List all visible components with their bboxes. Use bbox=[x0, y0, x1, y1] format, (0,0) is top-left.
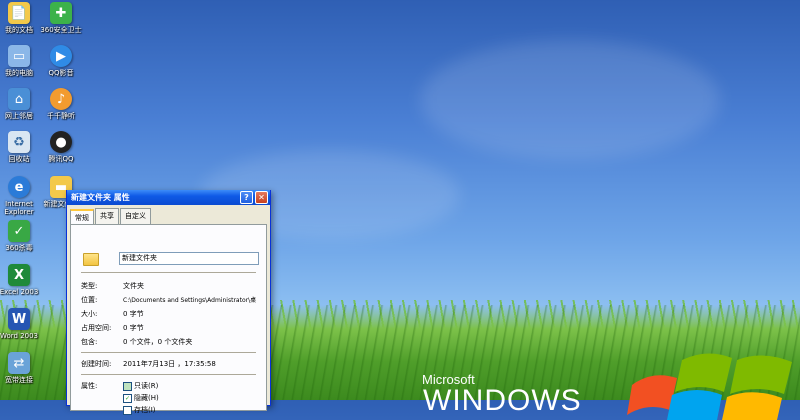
ie-icon: e bbox=[8, 176, 30, 198]
recycle-bin-icon: ♻ bbox=[8, 131, 30, 153]
folder-name-input[interactable]: 新建文件夹 bbox=[119, 252, 259, 265]
desktop-icon-360-security[interactable]: ✚ 360安全卫士 bbox=[40, 2, 82, 34]
close-button[interactable]: ✕ bbox=[255, 191, 268, 204]
desktop-icon-label: 千千静听 bbox=[47, 112, 75, 120]
desktop-icon-word[interactable]: W Word 2003 bbox=[0, 308, 40, 340]
prop-location: 位置: C:\Documents and Settings\Administra… bbox=[81, 295, 256, 305]
my-documents-icon: 📄 bbox=[8, 2, 30, 24]
prop-contains: 包含: 0 个文件，0 个文件夹 bbox=[81, 337, 192, 347]
checkmark-icon: ✓ bbox=[123, 393, 132, 403]
desktop-icon-label: 360安全卫士 bbox=[40, 26, 82, 34]
desktop-icon-label: Internet Explorer bbox=[4, 200, 34, 216]
broadband-icon: ⇄ bbox=[8, 352, 30, 374]
dialog-title: 新建文件夹 属性 bbox=[71, 193, 130, 202]
desktop-icon-label: 我的文档 bbox=[5, 26, 33, 34]
desktop-icon-label: 360杀毒 bbox=[5, 244, 33, 252]
desktop-icon-label: 腾讯QQ bbox=[48, 155, 74, 163]
desktop-icon-label: 宽带连接 bbox=[5, 376, 33, 384]
360-security-icon: ✚ bbox=[50, 2, 72, 24]
folder-properties-dialog: 新建文件夹 属性 ? ✕ 常规 共享 自定义 新建文件夹 类型: 文件夹 位置:… bbox=[66, 190, 271, 415]
prop-label: 位置: bbox=[81, 296, 98, 304]
hidden-checkbox[interactable]: ✓ 隐藏(H) bbox=[123, 393, 159, 403]
desktop-icon-recycle-bin[interactable]: ♻ 回收站 bbox=[0, 131, 40, 163]
desktop-icon-label: Word 2003 bbox=[0, 332, 39, 340]
prop-value: 0 字节 bbox=[123, 310, 144, 318]
prop-value: C:\Documents and Settings\Administrator\… bbox=[123, 297, 257, 304]
excel-icon: X bbox=[8, 264, 30, 286]
prop-label: 类型: bbox=[81, 282, 98, 290]
checkbox-label: 隐藏(H) bbox=[134, 394, 159, 402]
wallpaper-windows-text: WINDOWS bbox=[423, 384, 582, 417]
desktop-icon-ie[interactable]: e Internet Explorer bbox=[0, 176, 40, 216]
attributes-label: 属性: bbox=[81, 382, 98, 390]
qq-penguin-icon: ● bbox=[50, 131, 72, 153]
desktop-icon-ttplayer[interactable]: ♪ 千千静听 bbox=[40, 88, 82, 120]
prop-value: 0 个文件，0 个文件夹 bbox=[123, 338, 193, 346]
general-tab-panel: 新建文件夹 类型: 文件夹 位置: C:\Documents and Setti… bbox=[70, 224, 267, 415]
desktop-icon-excel[interactable]: X Excel 2003 bbox=[0, 264, 40, 296]
prop-size-on-disk: 占用空间: 0 字节 bbox=[81, 323, 144, 333]
prop-created: 创建时间: 2011年7月13日 ，17:35:58 bbox=[81, 359, 216, 369]
360-antivirus-icon: ✓ bbox=[8, 220, 30, 242]
tab-sharing[interactable]: 共享 bbox=[95, 208, 119, 224]
help-button[interactable]: ? bbox=[240, 191, 253, 204]
prop-value: 0 字节 bbox=[123, 324, 144, 332]
desktop-icon-broadband[interactable]: ⇄ 宽带连接 bbox=[0, 352, 40, 384]
desktop-icon-label: Excel 2003 bbox=[0, 288, 39, 296]
prop-value: 2011年7月13日 ，17:35:58 bbox=[123, 360, 216, 368]
folder-icon bbox=[83, 253, 99, 266]
checkbox-partial-icon bbox=[123, 381, 132, 391]
ttplayer-icon: ♪ bbox=[50, 88, 72, 110]
desktop-icon-label: 网上邻居 bbox=[5, 112, 33, 120]
prop-type: 类型: 文件夹 bbox=[81, 281, 144, 291]
windows-flag-logo bbox=[627, 353, 792, 420]
archive-checkbox[interactable]: 存档(I) bbox=[123, 405, 156, 415]
prop-size: 大小: 0 字节 bbox=[81, 309, 144, 319]
tab-general[interactable]: 常规 bbox=[70, 209, 94, 225]
desktop-icon-my-documents[interactable]: 📄 我的文档 bbox=[0, 2, 40, 34]
desktop-icon-360-antivirus[interactable]: ✓ 360杀毒 bbox=[0, 220, 40, 252]
prop-label: 包含: bbox=[81, 338, 98, 346]
word-icon: W bbox=[8, 308, 30, 330]
dialog-titlebar[interactable]: 新建文件夹 属性 ? ✕ bbox=[67, 190, 270, 205]
prop-label: 大小: bbox=[81, 310, 98, 318]
desktop-icon-qq[interactable]: ● 腾讯QQ bbox=[40, 131, 82, 163]
desktop-icon-my-computer[interactable]: ▭ 我的电脑 bbox=[0, 45, 40, 77]
checkbox-label: 存档(I) bbox=[134, 406, 156, 414]
prop-label: 占用空间: bbox=[81, 324, 112, 332]
wallpaper-cloud bbox=[420, 40, 720, 160]
tab-customize[interactable]: 自定义 bbox=[120, 208, 151, 224]
desktop-icon-label: 我的电脑 bbox=[5, 69, 33, 77]
qq-player-icon: ▶ bbox=[50, 45, 72, 67]
checkbox-empty-icon bbox=[123, 405, 132, 415]
desktop-icon-network[interactable]: ⌂ 网上邻居 bbox=[0, 88, 40, 120]
dialog-tabs: 常规 共享 自定义 bbox=[67, 205, 270, 225]
prop-label: 创建时间: bbox=[81, 360, 112, 368]
divider bbox=[81, 352, 256, 353]
desktop-icon-label: QQ影音 bbox=[48, 69, 74, 77]
network-icon: ⌂ bbox=[8, 88, 30, 110]
desktop-icon-qq-player[interactable]: ▶ QQ影音 bbox=[40, 45, 82, 77]
divider bbox=[81, 374, 256, 375]
divider bbox=[81, 272, 256, 273]
desktop-icon-label: 回收站 bbox=[8, 155, 30, 163]
readonly-checkbox[interactable]: 只读(R) bbox=[123, 381, 158, 391]
my-computer-icon: ▭ bbox=[8, 45, 30, 67]
prop-value: 文件夹 bbox=[123, 282, 144, 290]
checkbox-label: 只读(R) bbox=[134, 382, 159, 390]
